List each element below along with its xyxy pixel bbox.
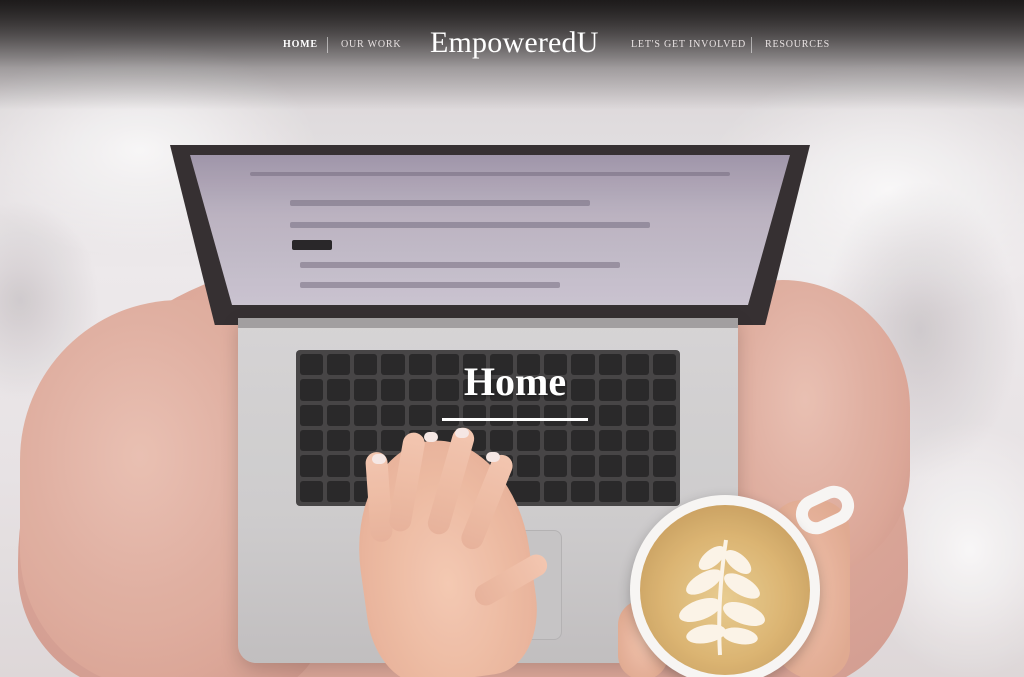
- hero-section: HOME OUR WORK EmpoweredU LET'S GET INVOL…: [0, 0, 1024, 677]
- nav-item-lets-get-involved[interactable]: LET'S GET INVOLVED: [631, 39, 746, 50]
- brand-logo[interactable]: EmpoweredU: [430, 26, 599, 60]
- title-underline: [442, 418, 588, 421]
- nav-item-our-work[interactable]: OUR WORK: [341, 39, 401, 50]
- nav-item-home[interactable]: HOME: [283, 39, 318, 50]
- main-nav: HOME OUR WORK EmpoweredU LET'S GET INVOL…: [0, 24, 1024, 68]
- nav-separator: [751, 37, 752, 53]
- page-title: Home: [463, 359, 567, 404]
- nav-item-resources[interactable]: RESOURCES: [765, 39, 830, 50]
- nav-separator: [327, 37, 328, 53]
